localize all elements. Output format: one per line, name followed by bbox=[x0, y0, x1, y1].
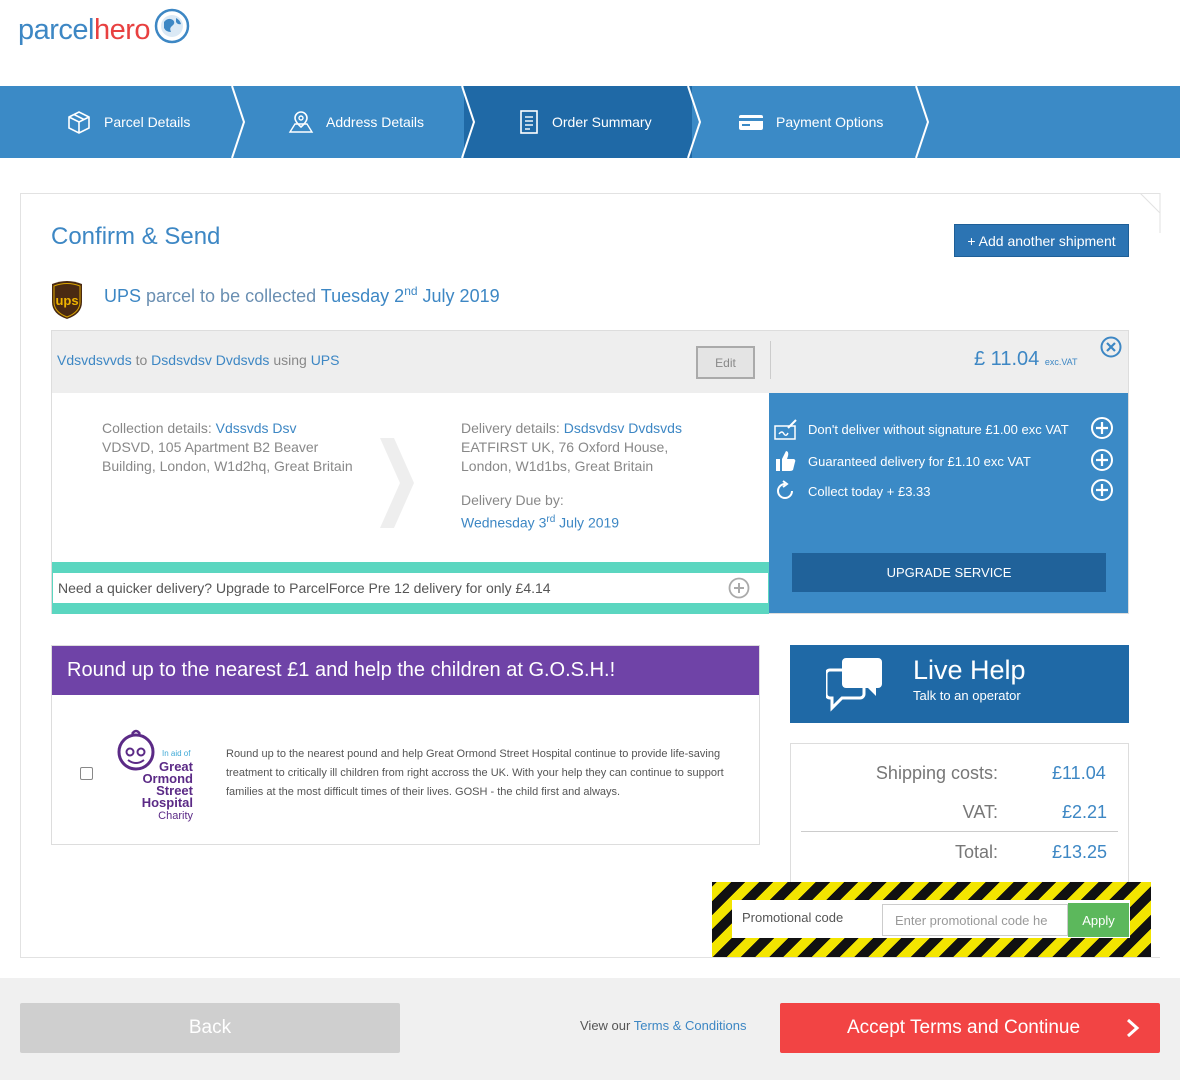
card-corner-fold bbox=[1140, 193, 1161, 233]
page-title: Confirm & Send bbox=[51, 223, 221, 250]
extra-signature[interactable]: Don't deliver without signature £1.00 ex… bbox=[774, 416, 1114, 443]
step-address-details[interactable]: Address Details bbox=[288, 86, 424, 158]
shipping-costs-label: Shipping costs: bbox=[875, 763, 998, 783]
collection-details: Collection details: Vdssvds Dsv VDSVD, 1… bbox=[102, 420, 353, 474]
ups-logo-icon: ups bbox=[50, 280, 84, 325]
step-divider-icon bbox=[461, 86, 476, 158]
card-icon bbox=[738, 112, 764, 132]
add-another-shipment-button[interactable]: + Add another shipment bbox=[954, 224, 1129, 257]
parcelhero-logo[interactable]: parcel hero bbox=[18, 8, 190, 52]
step-divider-icon bbox=[687, 86, 702, 158]
live-help-subtitle: Talk to an operator bbox=[913, 688, 1021, 703]
add-extra-icon[interactable] bbox=[1090, 478, 1114, 505]
live-help-title: Live Help bbox=[913, 655, 1026, 685]
shipment-price: £ 11.04 exc.VAT bbox=[974, 348, 1078, 370]
step-payment-options[interactable]: Payment Options bbox=[738, 86, 883, 158]
chat-bubbles-icon bbox=[824, 656, 884, 717]
upgrade-offer-text: Need a quicker delivery? Upgrade to Parc… bbox=[58, 580, 551, 596]
divider bbox=[770, 341, 771, 379]
upgrade-service-button[interactable]: UPGRADE SERVICE bbox=[792, 553, 1106, 592]
total-value: £13.25 bbox=[1052, 842, 1108, 862]
step-divider-icon bbox=[231, 86, 246, 158]
step-divider-icon bbox=[915, 86, 930, 158]
shipment-route: Vdsvdsvvds to Dsdsvdsv Dvdsvds using UPS bbox=[57, 352, 340, 368]
add-upgrade-icon[interactable] bbox=[728, 577, 750, 604]
svg-text:Hospital: Hospital bbox=[142, 795, 193, 810]
add-extra-icon[interactable] bbox=[1090, 416, 1114, 443]
document-icon bbox=[518, 109, 540, 135]
remove-shipment-icon[interactable] bbox=[1100, 336, 1122, 363]
signature-icon bbox=[774, 418, 798, 440]
total-label: Total: bbox=[954, 842, 998, 862]
arrow-right-icon bbox=[376, 438, 416, 533]
edit-shipment-button[interactable]: Edit bbox=[696, 346, 755, 379]
svg-text:ups: ups bbox=[55, 293, 78, 308]
add-extra-icon[interactable] bbox=[1090, 448, 1114, 475]
collection-summary: UPS parcel to be collected Tuesday 2nd J… bbox=[104, 284, 500, 306]
step-order-summary[interactable]: Order Summary bbox=[518, 86, 652, 158]
extra-guaranteed[interactable]: Guaranteed delivery for £1.10 exc VAT bbox=[774, 448, 1114, 475]
step-parcel-details[interactable]: Parcel Details bbox=[66, 86, 190, 158]
thumbs-up-icon bbox=[774, 449, 798, 473]
shipping-costs-value: £11.04 bbox=[1052, 763, 1106, 783]
chevron-right-icon bbox=[1126, 1018, 1140, 1044]
refresh-icon bbox=[774, 480, 798, 502]
terms-link[interactable]: Terms & Conditions bbox=[634, 1018, 747, 1033]
gosh-charity-logo: In aid of Great Ormond Street Hospital C… bbox=[112, 728, 197, 829]
charity-description: Round up to the nearest pound and help G… bbox=[226, 748, 724, 798]
box-icon bbox=[66, 109, 92, 135]
charity-roundup-checkbox[interactable] bbox=[80, 767, 93, 780]
apply-promo-button[interactable]: Apply bbox=[1068, 903, 1129, 937]
back-button[interactable]: Back bbox=[20, 1003, 400, 1053]
map-pin-icon bbox=[288, 109, 314, 135]
vat-label: VAT: bbox=[962, 802, 998, 822]
promo-label: Promotional code bbox=[742, 910, 844, 925]
terms-text: View our Terms & Conditions bbox=[580, 1018, 747, 1033]
svg-text:Charity: Charity bbox=[158, 810, 193, 822]
accept-terms-button[interactable]: Accept Terms and Continue bbox=[780, 1003, 1160, 1053]
promo-code-input[interactable] bbox=[882, 904, 1068, 936]
extra-collect-today[interactable]: Collect today + £3.33 bbox=[774, 478, 1114, 505]
globe-icon bbox=[154, 8, 190, 52]
svg-text:In aid of: In aid of bbox=[162, 749, 191, 758]
header: parcel hero bbox=[0, 0, 1180, 86]
totals-divider bbox=[801, 831, 1118, 832]
checkout-steps: Parcel Details Address Details Order Sum… bbox=[0, 86, 1180, 158]
delivery-details: Delivery details: Dsdsvdsv Dvdsvds EATFI… bbox=[461, 420, 682, 531]
vat-value: £2.21 bbox=[1062, 802, 1108, 822]
charity-heading: Round up to the nearest £1 and help the … bbox=[52, 646, 759, 695]
